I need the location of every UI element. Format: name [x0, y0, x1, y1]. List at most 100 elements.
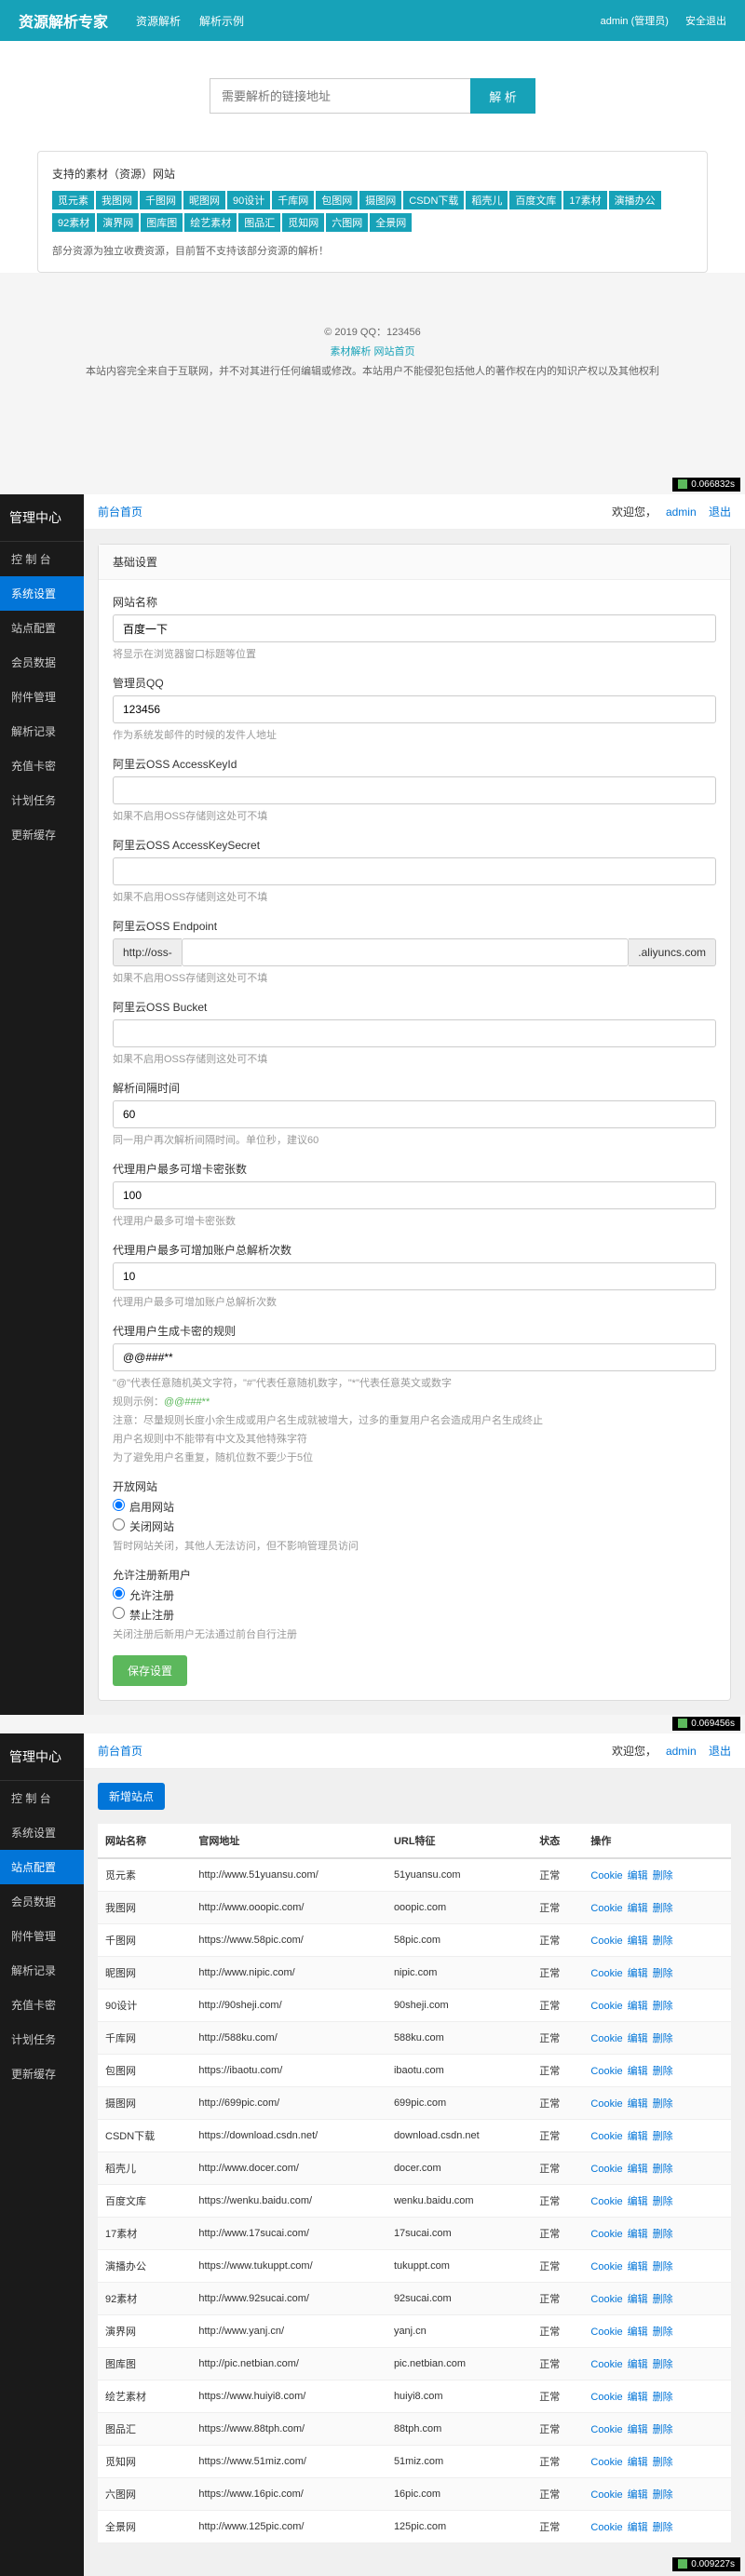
edit-link[interactable]: 编辑	[628, 2196, 648, 2207]
menu-item[interactable]: 解析记录	[0, 714, 84, 749]
cookie-link[interactable]: Cookie	[590, 2164, 622, 2175]
exit-link[interactable]: 退出	[709, 506, 731, 519]
card-rule-input[interactable]	[113, 1343, 716, 1371]
site-tag[interactable]: 百度文库	[509, 191, 562, 209]
site-tag[interactable]: 绘艺素材	[184, 213, 237, 232]
cookie-link[interactable]: Cookie	[590, 2196, 622, 2207]
site-tag[interactable]: 演界网	[97, 213, 139, 232]
cookie-link[interactable]: Cookie	[590, 2424, 622, 2435]
delete-link[interactable]: 删除	[653, 2457, 673, 2468]
edit-link[interactable]: 编辑	[628, 2392, 648, 2403]
cookie-link[interactable]: Cookie	[590, 1903, 622, 1914]
menu-item[interactable]: 更新缓存	[0, 2057, 84, 2091]
oss-bucket-input[interactable]	[113, 1019, 716, 1047]
cookie-link[interactable]: Cookie	[590, 2359, 622, 2370]
cookie-link[interactable]: Cookie	[590, 2392, 622, 2403]
nav-example[interactable]: 解析示例	[199, 13, 244, 29]
cookie-link[interactable]: Cookie	[590, 1968, 622, 1979]
nav-parse[interactable]: 资源解析	[136, 13, 181, 29]
menu-item[interactable]: 系统设置	[0, 576, 84, 611]
menu-item[interactable]: 解析记录	[0, 1953, 84, 1988]
site-tag[interactable]: 演播办公	[609, 191, 661, 209]
site-on-radio[interactable]	[113, 1499, 125, 1511]
user-link[interactable]: admin	[666, 506, 697, 519]
delete-link[interactable]: 删除	[653, 2294, 673, 2305]
reg-on-radio[interactable]	[113, 1587, 125, 1599]
oss-endpoint-input[interactable]	[182, 938, 630, 966]
site-tag[interactable]: 图品汇	[238, 213, 280, 232]
edit-link[interactable]: 编辑	[628, 2131, 648, 2142]
cookie-link[interactable]: Cookie	[590, 2001, 622, 2012]
cookie-link[interactable]: Cookie	[590, 2261, 622, 2273]
menu-item[interactable]: 站点配置	[0, 1850, 84, 1884]
site-off-radio[interactable]	[113, 1518, 125, 1531]
footer-links[interactable]: 素材解析 网站首页	[330, 346, 414, 357]
edit-link[interactable]: 编辑	[628, 1935, 648, 1947]
menu-item[interactable]: 控 制 台	[0, 542, 84, 576]
site-tag[interactable]: 摄图网	[359, 191, 401, 209]
delete-link[interactable]: 删除	[653, 2001, 673, 2012]
add-site-button[interactable]: 新增站点	[98, 1783, 165, 1810]
max-parse-input[interactable]	[113, 1262, 716, 1290]
search-input[interactable]	[210, 78, 470, 114]
site-tag[interactable]: 觅知网	[282, 213, 324, 232]
delete-link[interactable]: 删除	[653, 2066, 673, 2077]
user-label[interactable]: admin (管理员)	[601, 16, 669, 27]
menu-item[interactable]: 站点配置	[0, 611, 84, 645]
site-tag[interactable]: 17素材	[563, 191, 606, 209]
cookie-link[interactable]: Cookie	[590, 2294, 622, 2305]
cookie-link[interactable]: Cookie	[590, 2229, 622, 2240]
cookie-link[interactable]: Cookie	[590, 2098, 622, 2110]
cookie-link[interactable]: Cookie	[590, 2457, 622, 2468]
edit-link[interactable]: 编辑	[628, 2294, 648, 2305]
edit-link[interactable]: 编辑	[628, 2522, 648, 2533]
delete-link[interactable]: 删除	[653, 2326, 673, 2338]
interval-input[interactable]	[113, 1100, 716, 1128]
edit-link[interactable]: 编辑	[628, 2359, 648, 2370]
cookie-link[interactable]: Cookie	[590, 1870, 622, 1881]
edit-link[interactable]: 编辑	[628, 2098, 648, 2110]
menu-item[interactable]: 控 制 台	[0, 1781, 84, 1815]
site-tag[interactable]: 90设计	[227, 191, 270, 209]
cookie-link[interactable]: Cookie	[590, 2131, 622, 2142]
edit-link[interactable]: 编辑	[628, 1968, 648, 1979]
edit-link[interactable]: 编辑	[628, 1903, 648, 1914]
site-tag[interactable]: 92素材	[52, 213, 95, 232]
site-tag[interactable]: 稻壳儿	[466, 191, 508, 209]
delete-link[interactable]: 删除	[653, 2359, 673, 2370]
cookie-link[interactable]: Cookie	[590, 2033, 622, 2044]
menu-item[interactable]: 计划任务	[0, 2022, 84, 2057]
logout-link[interactable]: 安全退出	[685, 16, 726, 27]
site-tag[interactable]: 千库网	[272, 191, 314, 209]
cookie-link[interactable]: Cookie	[590, 1935, 622, 1947]
parse-button[interactable]: 解 析	[470, 78, 535, 114]
site-tag[interactable]: 我图网	[96, 191, 138, 209]
edit-link[interactable]: 编辑	[628, 2326, 648, 2338]
edit-link[interactable]: 编辑	[628, 2066, 648, 2077]
breadcrumb[interactable]: 前台首页	[98, 1743, 142, 1759]
max-cards-input[interactable]	[113, 1181, 716, 1209]
site-tag[interactable]: 千图网	[140, 191, 182, 209]
delete-link[interactable]: 删除	[653, 1935, 673, 1947]
delete-link[interactable]: 删除	[653, 2196, 673, 2207]
save-button[interactable]: 保存设置	[113, 1655, 187, 1686]
site-tag[interactable]: 六图网	[326, 213, 368, 232]
site-tag[interactable]: 图库图	[141, 213, 183, 232]
cookie-link[interactable]: Cookie	[590, 2489, 622, 2501]
site-tag[interactable]: CSDN下载	[403, 191, 464, 209]
delete-link[interactable]: 删除	[653, 2522, 673, 2533]
delete-link[interactable]: 删除	[653, 1870, 673, 1881]
reg-off-radio[interactable]	[113, 1607, 125, 1619]
delete-link[interactable]: 删除	[653, 2131, 673, 2142]
site-tag[interactable]: 包图网	[316, 191, 358, 209]
oss-keyid-input[interactable]	[113, 776, 716, 804]
cookie-link[interactable]: Cookie	[590, 2326, 622, 2338]
edit-link[interactable]: 编辑	[628, 2424, 648, 2435]
site-tag[interactable]: 全景网	[370, 213, 412, 232]
delete-link[interactable]: 删除	[653, 2392, 673, 2403]
user-link[interactable]: admin	[666, 1745, 697, 1758]
breadcrumb[interactable]: 前台首页	[98, 504, 142, 519]
delete-link[interactable]: 删除	[653, 2229, 673, 2240]
edit-link[interactable]: 编辑	[628, 2033, 648, 2044]
delete-link[interactable]: 删除	[653, 2424, 673, 2435]
